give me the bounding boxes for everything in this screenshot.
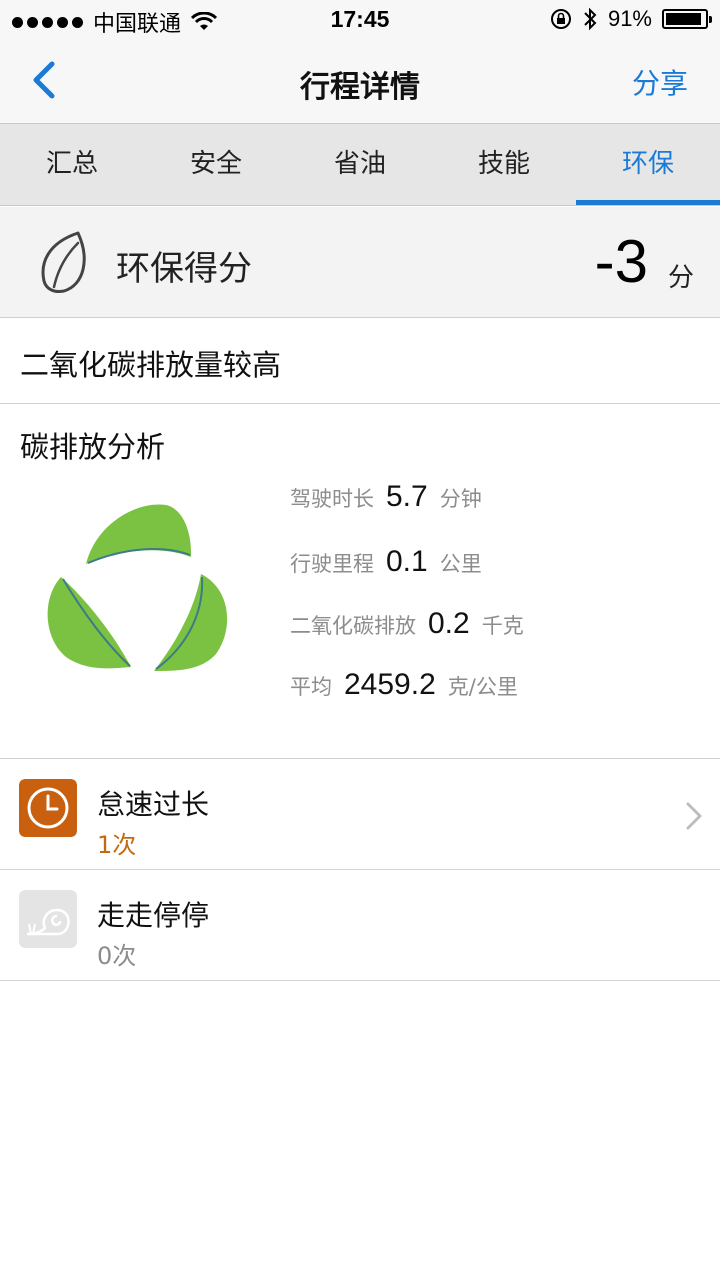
stat-label: 平均: [290, 675, 332, 699]
chevron-right-icon: [686, 802, 702, 830]
battery-percent: 91%: [607, 6, 652, 31]
stat-drive-duration: 驾驶时长 5.7 分钟: [290, 480, 482, 514]
snail-icon: [19, 890, 77, 948]
eco-score-unit: 分: [667, 263, 694, 293]
eco-score-row: 环保得分 -3 分: [0, 207, 720, 318]
event-title: 怠速过长: [97, 788, 210, 821]
share-button[interactable]: 分享: [632, 62, 688, 102]
stat-value: 0.1: [386, 545, 428, 578]
event-title: 走走停停: [97, 899, 210, 932]
stat-unit: 千克: [481, 614, 524, 638]
stat-distance: 行驶里程 0.1 公里: [290, 545, 482, 579]
analysis-title: 碳排放分析: [20, 430, 166, 464]
summary-row: 二氧化碳排放量较高: [0, 318, 720, 404]
stat-unit: 公里: [439, 552, 482, 576]
stat-unit: 克/公里: [447, 675, 518, 699]
battery-icon: [662, 9, 712, 29]
leaf-icon: [41, 231, 86, 293]
page-title: 行程详情: [300, 70, 420, 105]
event-count: 0次: [97, 942, 137, 970]
stat-value: 2459.2: [344, 668, 436, 701]
stat-unit: 分钟: [439, 487, 482, 511]
nav-bar: 行程详情 分享: [0, 40, 720, 124]
back-arrow-icon[interactable]: [24, 58, 68, 102]
stat-label: 驾驶时长: [290, 487, 374, 511]
status-right: 91%: [550, 6, 712, 32]
carbon-analysis-section: 碳排放分析 驾驶时长 5.7 分钟 行驶里程 0.1 公里 二氧化碳排放 0.2…: [0, 404, 720, 759]
summary-text: 二氧化碳排放量较高: [20, 348, 282, 382]
clock-icon: [19, 779, 77, 837]
tab-skill[interactable]: 技能: [432, 124, 576, 205]
status-bar: 中国联通 17:45 91%: [0, 0, 720, 40]
stat-average: 平均 2459.2 克/公里: [290, 668, 518, 702]
event-stop-and-go[interactable]: 走走停停 0次: [0, 870, 720, 981]
stat-value: 0.2: [428, 607, 470, 640]
stat-label: 行驶里程: [290, 552, 374, 576]
event-count: 1次: [97, 831, 137, 859]
tab-safety[interactable]: 安全: [144, 124, 288, 205]
tab-summary[interactable]: 汇总: [0, 124, 144, 205]
bluetooth-icon: [584, 7, 597, 31]
rotation-lock-icon: [550, 9, 571, 29]
tab-bar: 汇总 安全 省油 技能 环保: [0, 124, 720, 206]
stat-co2-emission: 二氧化碳排放 0.2 千克: [290, 607, 524, 641]
recycle-leaves-icon: [47, 504, 228, 671]
tab-fuel-saving[interactable]: 省油: [288, 124, 432, 205]
eco-score-label: 环保得分: [116, 249, 252, 289]
stat-value: 5.7: [386, 480, 428, 513]
eco-score-value: -3: [594, 228, 648, 295]
stat-label: 二氧化碳排放: [290, 614, 416, 638]
tab-eco[interactable]: 环保: [576, 124, 720, 205]
event-idle-too-long[interactable]: 怠速过长 1次: [0, 759, 720, 870]
